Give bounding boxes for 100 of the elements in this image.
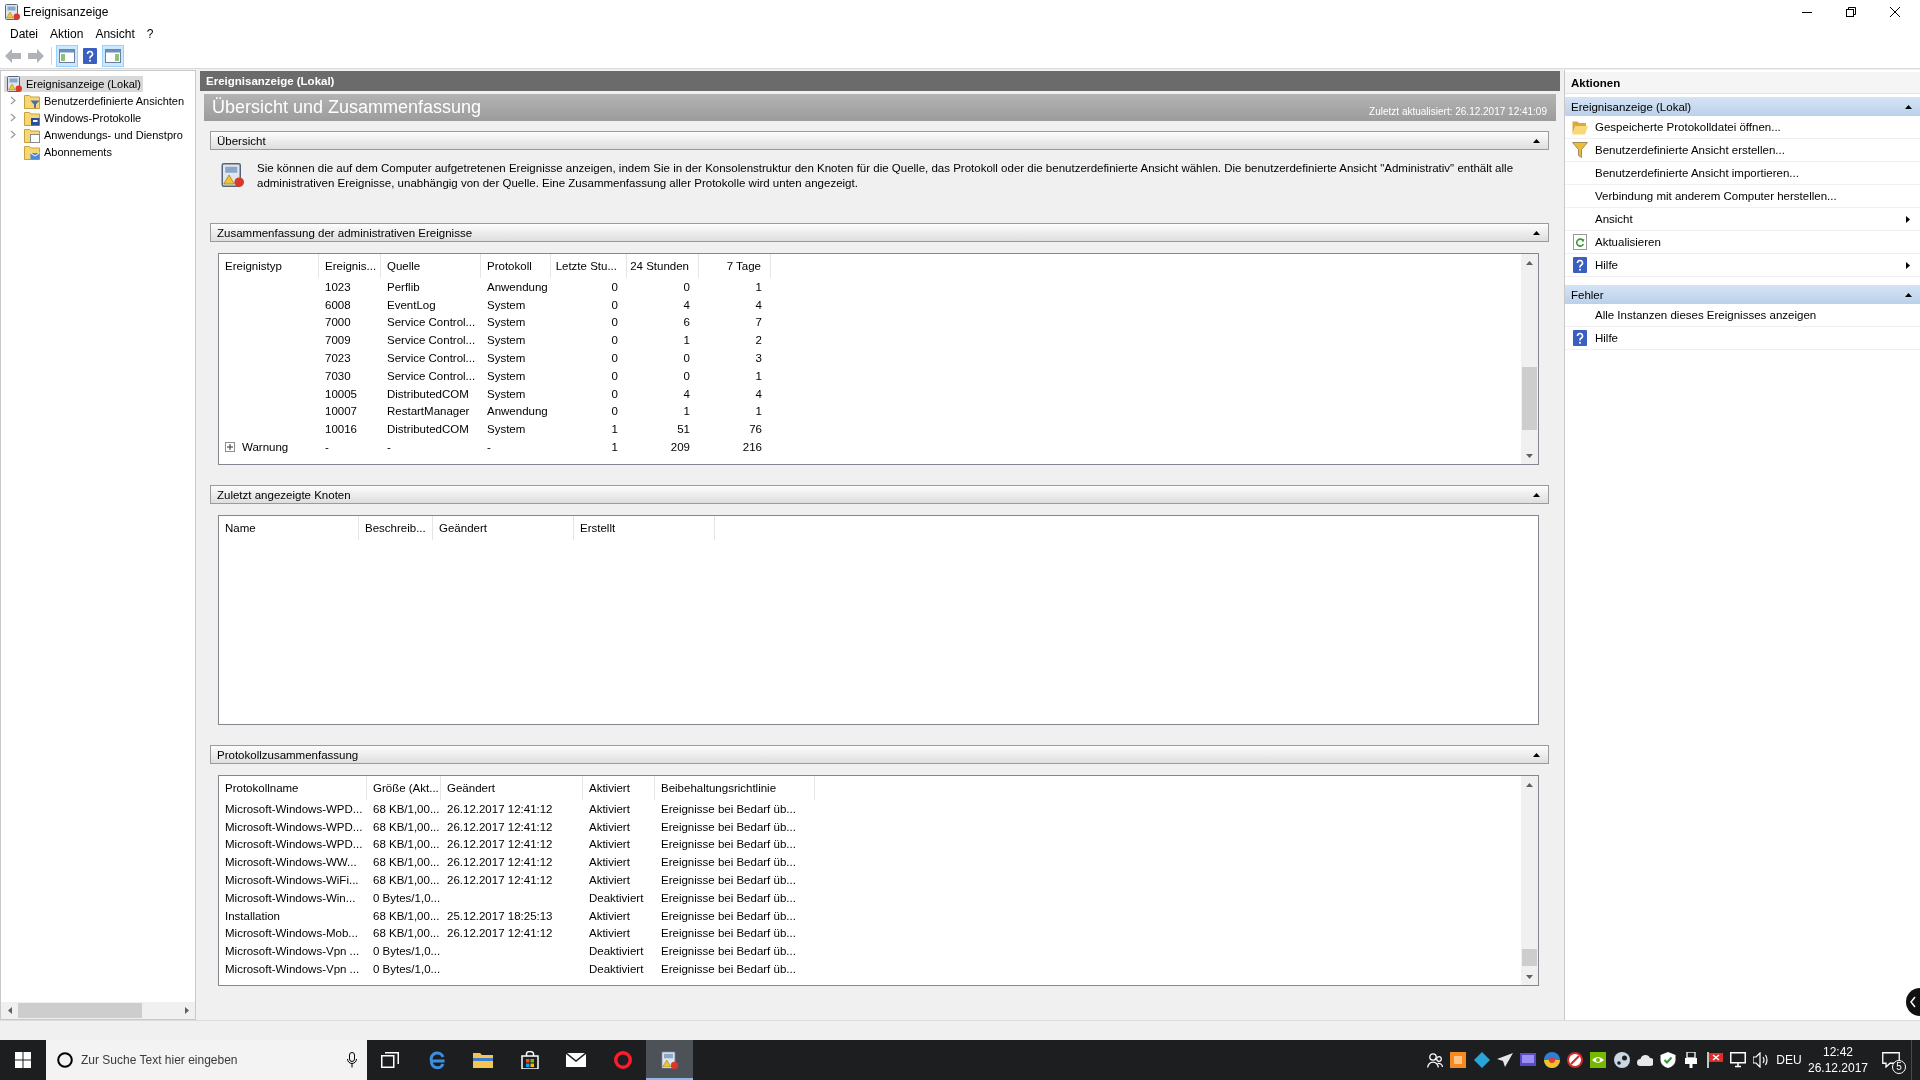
plug-icon[interactable] (1683, 1052, 1700, 1068)
caret-right-icon[interactable] (184, 1007, 189, 1014)
search-box[interactable]: Zur Suche Text hier eingeben (46, 1040, 367, 1080)
disc-icon[interactable] (1613, 1052, 1630, 1068)
section-header[interactable]: Übersicht (210, 131, 1549, 150)
cloud-icon[interactable] (1636, 1052, 1653, 1068)
section-header[interactable]: Zuletzt angezeigte Knoten (210, 485, 1549, 504)
triangle-up-icon[interactable] (1533, 752, 1540, 757)
chevron-right-icon[interactable] (10, 96, 16, 105)
notification-icon[interactable] (1882, 1052, 1900, 1068)
column-header[interactable]: Aktiviert (583, 776, 655, 800)
scrollbar-thumb[interactable] (1522, 367, 1537, 430)
table-cell-text: 1 (682, 404, 691, 420)
clock-date[interactable]: 26.12.2017 (1807, 1060, 1869, 1076)
column-header[interactable]: Beschreib... (359, 516, 433, 540)
plus-box-icon[interactable] (225, 442, 235, 453)
vertical-scrollbar[interactable] (1521, 254, 1538, 464)
folder-icon[interactable] (473, 1052, 494, 1068)
column-header[interactable]: 7 Tage (699, 254, 771, 278)
action-item[interactable]: Benutzerdefinierte Ansicht erstellen... (1565, 139, 1920, 162)
triangle-up-icon[interactable] (1533, 492, 1540, 497)
scrollbar-thumb[interactable] (18, 1003, 142, 1018)
triangle-up-icon[interactable] (1533, 230, 1540, 235)
caret-left-icon[interactable] (7, 1007, 12, 1014)
table-cell-text: 7000 (324, 315, 352, 331)
caret-up-icon[interactable] (1526, 260, 1533, 265)
triangle-right-icon[interactable] (1906, 215, 1910, 223)
caret-up-icon[interactable] (1526, 782, 1533, 787)
section-header[interactable]: Protokollzusammenfassung (210, 745, 1549, 764)
speaker-icon[interactable] (1753, 1052, 1770, 1068)
scrollbar-thumb[interactable] (1522, 949, 1537, 966)
table-cell-text: 1 (754, 279, 763, 295)
chip-icon[interactable] (1590, 1052, 1607, 1068)
triangle-up-icon[interactable] (1533, 138, 1540, 143)
action-item[interactable]: Hilfe (1565, 254, 1920, 277)
square-tile-icon[interactable] (1450, 1052, 1467, 1068)
menu-item[interactable]: Ansicht (89, 24, 141, 44)
column-header[interactable]: Letzte Stu... (551, 254, 627, 278)
action-item[interactable]: Aktualisieren (1565, 231, 1920, 254)
clock-time[interactable]: 12:42 (1823, 1044, 1853, 1060)
tree-item[interactable]: Abonnements (22, 143, 114, 160)
shopping-bag-icon[interactable] (520, 1051, 539, 1069)
chevron-right-icon[interactable] (10, 113, 16, 122)
column-header[interactable]: Geändert (433, 516, 574, 540)
table-cell-text: 10007 (324, 404, 358, 420)
column-header[interactable]: Protokoll (481, 254, 551, 278)
ball-icon[interactable] (1543, 1052, 1560, 1068)
action-item[interactable]: Hilfe (1565, 327, 1920, 350)
screen-icon[interactable] (1520, 1052, 1537, 1068)
notification-button[interactable]: 5 (1871, 1040, 1911, 1080)
microphone-icon[interactable] (347, 1052, 357, 1068)
language-indicator[interactable]: DEU (1773, 1040, 1805, 1080)
table-cell-text: Installation (224, 908, 281, 924)
column-header[interactable]: Erstellt (574, 516, 715, 540)
column-header[interactable]: Protokollname (219, 776, 367, 800)
table-cell-text: 10016 (324, 422, 358, 438)
chevron-right-icon[interactable] (10, 130, 16, 139)
event-log-icon[interactable] (660, 1051, 679, 1069)
group-header[interactable]: Fehler (1565, 285, 1920, 304)
menu-item[interactable]: ? (140, 24, 160, 44)
triangle-up-icon[interactable] (1905, 104, 1912, 109)
tree-item[interactable]: Ereignisanzeige (Lokal) (4, 75, 143, 92)
column-header[interactable]: Ereignistyp (219, 254, 319, 278)
taskbar-button[interactable] (646, 1040, 693, 1080)
action-pane-button[interactable] (102, 45, 124, 67)
flag-icon[interactable] (1706, 1052, 1723, 1068)
column-header[interactable]: Ereignis... (319, 254, 381, 278)
caret-down-icon[interactable] (1526, 974, 1533, 979)
tree-item[interactable]: Anwendungs- und Dienstpro (22, 126, 185, 143)
column-header[interactable]: Geändert (441, 776, 583, 800)
column-header[interactable]: Beibehaltungsrichtlinie (655, 776, 815, 800)
o-logo-icon[interactable] (613, 1051, 632, 1069)
e-logo-icon[interactable] (427, 1051, 446, 1069)
group-header[interactable]: Ereignisanzeige (Lokal) (1565, 97, 1920, 116)
triangle-right-icon[interactable] (1906, 261, 1910, 269)
section-header[interactable]: Zusammenfassung der administrativen Ereignisse (210, 223, 1549, 242)
plane-icon[interactable] (1497, 1052, 1514, 1068)
table-cell-text: 7009 (324, 333, 352, 349)
diamond-icon[interactable] (1473, 1052, 1490, 1068)
horizontal-scrollbar[interactable] (1, 1002, 195, 1019)
network-icon[interactable] (1730, 1052, 1747, 1068)
column-header[interactable]: Name (219, 516, 359, 540)
tree-item[interactable]: Windows-Protokolle (22, 109, 144, 126)
task-view-icon[interactable] (381, 1052, 400, 1068)
menu-item[interactable]: Datei (4, 24, 44, 44)
tree-item[interactable]: Benutzerdefinierte Ansichten (22, 92, 187, 109)
people-icon[interactable] (1427, 1052, 1444, 1068)
handle-icon[interactable] (1904, 988, 1920, 1016)
triangle-up-icon[interactable] (1905, 292, 1912, 297)
column-header[interactable]: 24 Stunden (627, 254, 699, 278)
search-field[interactable]: Zur Suche Text hier eingeben (81, 1048, 339, 1072)
menu-item[interactable]: Aktion (44, 24, 90, 44)
column-header[interactable]: Größe (Akt... (367, 776, 441, 800)
shield-icon[interactable] (1660, 1052, 1677, 1068)
caret-down-icon[interactable] (1526, 453, 1533, 458)
envelope-icon[interactable] (566, 1053, 587, 1067)
dial-icon[interactable] (1566, 1052, 1583, 1068)
column-header[interactable]: Quelle (381, 254, 481, 278)
vertical-scrollbar[interactable] (1521, 776, 1538, 985)
console-tree-button[interactable] (56, 45, 78, 67)
